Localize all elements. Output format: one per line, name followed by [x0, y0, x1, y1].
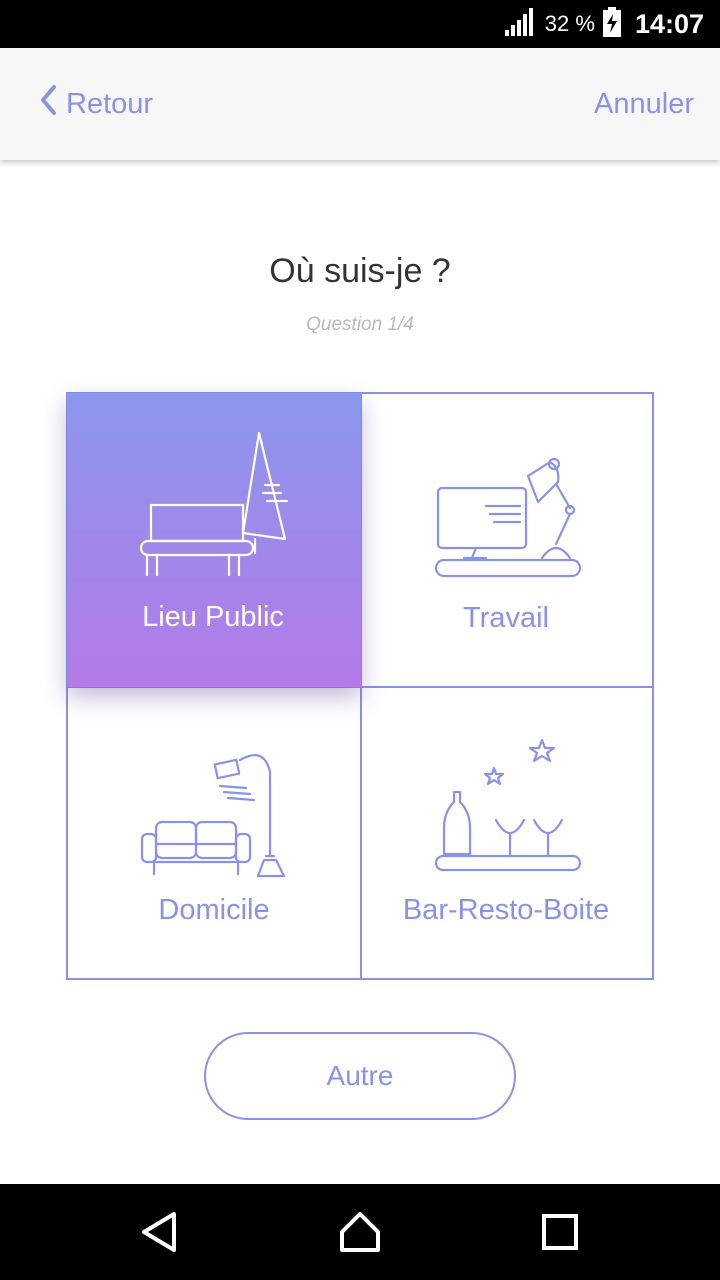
back-button[interactable]: Retour [38, 78, 153, 130]
option-label: Domicile [158, 894, 270, 926]
option-travail[interactable]: Travail [360, 394, 652, 686]
option-label: Travail [463, 602, 549, 634]
recents-icon[interactable] [536, 1208, 584, 1256]
clock: 14:07 [634, 8, 704, 39]
option-label: Lieu Public [142, 601, 284, 633]
battery-percent: 32 % [544, 11, 595, 36]
option-label: Bar-Resto-Boite [402, 894, 610, 926]
option-lieu-public[interactable]: Lieu Public [67, 393, 361, 687]
home-icon[interactable] [336, 1208, 384, 1256]
battery-charging-icon [602, 6, 621, 42]
status-icons: 32 % 14:07 [504, 0, 704, 48]
bottle-glasses-icon [434, 738, 582, 872]
cancel-button[interactable]: Annuler [594, 78, 694, 130]
back-label: Retour [66, 87, 154, 120]
sofa-lamp-icon [140, 754, 286, 878]
option-domicile[interactable]: Domicile [68, 686, 360, 978]
signal-icon [504, 7, 537, 41]
options-grid: Lieu Public Travail Domicile Bar-Resto-B… [66, 392, 654, 980]
desk-computer-icon [434, 457, 582, 578]
status-bar: 32 % 14:07 [0, 0, 720, 48]
bench-tree-icon [139, 431, 289, 577]
chevron-left-icon [38, 84, 58, 124]
back-triangle-icon[interactable] [136, 1208, 184, 1256]
question-title: Où suis-je ? [269, 252, 451, 290]
app-header: Retour Annuler [0, 48, 720, 160]
question-counter: Question 1/4 [306, 314, 414, 335]
system-nav-bar [0, 1184, 720, 1280]
other-button[interactable]: Autre [204, 1032, 516, 1120]
option-bar-resto-boite[interactable]: Bar-Resto-Boite [360, 686, 652, 978]
